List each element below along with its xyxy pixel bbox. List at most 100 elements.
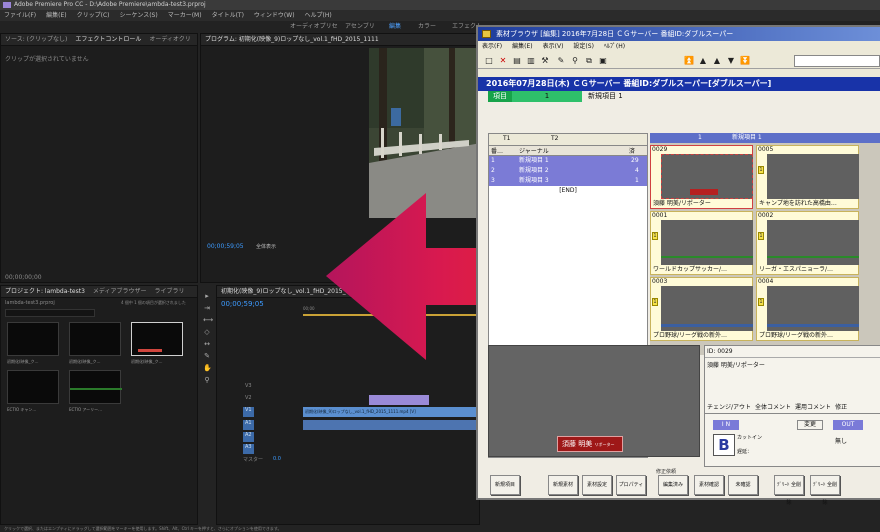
tb-search-icon[interactable]: ⚲ <box>570 56 580 66</box>
hand-tool-icon[interactable]: ✋ <box>203 364 212 372</box>
project-item-5-label: ECTIO アーリー… <box>69 407 103 412</box>
confirm-button[interactable]: 素材確認 <box>694 475 724 495</box>
tab-fix[interactable]: 修正 <box>835 402 847 413</box>
selection-tool-icon[interactable]: ▸ <box>203 292 211 300</box>
program-fit-select[interactable]: 全体表示 <box>256 243 276 250</box>
change-button[interactable]: 変更 <box>797 420 823 430</box>
tb-new-icon[interactable]: □ <box>484 56 494 66</box>
menu-marker[interactable]: マーカー(M) <box>168 10 202 21</box>
ws-audio-preset[interactable]: オーディオプリセ <box>290 21 338 33</box>
tb-down-icon[interactable]: ▼ <box>726 56 736 66</box>
list-row-3[interactable]: 3 新規項目 3 1 <box>489 176 647 186</box>
menu-clip[interactable]: クリップ(C) <box>77 10 110 21</box>
program-label[interactable]: プログラム: 初期化(映像_9)ロップなし_vol.1_fHD_2015_111… <box>205 34 379 45</box>
tb-tool-icon[interactable]: ⚒ <box>540 56 550 66</box>
menu-window[interactable]: ウィンドウ(W) <box>254 10 295 21</box>
app-menu-settings[interactable]: 設定(S) <box>573 41 594 53</box>
tab-all-comment[interactable]: 全体コメント <box>755 402 791 413</box>
app-search-input[interactable] <box>794 55 880 67</box>
project-item-2[interactable] <box>69 322 121 356</box>
project-search-input[interactable] <box>5 309 95 317</box>
project-item-4[interactable] <box>7 370 59 404</box>
cell-0001[interactable]: 0001 1 ワールドカップサッカー/… <box>650 211 753 275</box>
app-menu-file[interactable]: 表示(F) <box>482 41 502 53</box>
source-panel: ソース: (クリップなし) エフェクトコントロール オーディオクリ クリップが選… <box>0 33 198 283</box>
slip-tool-icon[interactable]: ↔ <box>203 340 211 348</box>
track-a2[interactable]: A2 <box>243 432 254 442</box>
cell-0003-thumb <box>661 286 753 331</box>
tb-copy-icon[interactable]: ⧉ <box>584 56 594 66</box>
list-row-2[interactable]: 2 新規項目 2 4 <box>489 166 647 176</box>
tab-t1[interactable]: T1 <box>503 135 510 142</box>
tab-audio-clip[interactable]: オーディオクリ <box>149 34 190 45</box>
cell-0029[interactable]: 0029 須藤 明美/リポーター <box>650 145 753 209</box>
menu-file[interactable]: ファイル(F) <box>4 10 36 21</box>
menu-edit[interactable]: 編集(E) <box>46 10 66 21</box>
delete-all-button-2[interactable]: ﾃﾞﾘｰﾄ 全削除 <box>810 475 840 506</box>
tb-up-icon[interactable]: ▲ <box>698 56 708 66</box>
edited-button[interactable]: 編集済み <box>658 475 688 495</box>
track-v2[interactable]: V2 <box>245 395 252 405</box>
tb-edit-icon[interactable]: ✎ <box>556 56 566 66</box>
master-value[interactable]: 0.0 <box>273 456 281 466</box>
menu-sequence[interactable]: シーケンス(S) <box>120 10 158 21</box>
track-a3[interactable]: A3 <box>243 444 254 454</box>
ws-assembly[interactable]: アセンブリ <box>345 21 375 33</box>
new-item-button[interactable]: 新規項目 <box>490 475 520 495</box>
tab-source[interactable]: ソース: (クリップなし) <box>5 34 67 45</box>
track-v1[interactable]: V1 <box>243 407 254 417</box>
tab-ops-comment[interactable]: 運用コメント <box>795 402 831 413</box>
tab-library[interactable]: ライブラリ <box>155 286 185 297</box>
cell-0003[interactable]: 0003 1 プロ野球/リーグ戦の新外… <box>650 277 753 341</box>
col-journal: ジャーナル <box>519 148 549 155</box>
clip-a1[interactable] <box>303 420 481 430</box>
project-item-5[interactable] <box>69 370 122 404</box>
material-settings-button[interactable]: 素材設定 <box>582 475 612 495</box>
track-master[interactable]: マスター <box>243 456 263 466</box>
track-v3[interactable]: V3 <box>245 383 252 393</box>
cell-0004[interactable]: 0004 1 プロ野球/リーグ戦の新外… <box>756 277 859 341</box>
clip-v2[interactable] <box>369 395 429 405</box>
clip-v1[interactable]: 初期化(映像_9)ロップなし_vol.1_fHD_2015_1111.mp4 [… <box>303 407 481 417</box>
menu-title[interactable]: タイトル(T) <box>212 10 244 21</box>
tab-change-out[interactable]: チェンジ/アウト <box>707 402 751 413</box>
list-row-1[interactable]: 1 新規項目 1 29 <box>489 156 647 166</box>
cell-0005[interactable]: 0005 1 キャンプ地を訪れた高橋由… <box>756 145 859 209</box>
razor-tool-icon[interactable]: ◇ <box>203 328 211 336</box>
new-material-button[interactable]: 新規素材 <box>548 475 578 495</box>
project-item-3[interactable] <box>131 322 183 356</box>
tab-t2[interactable]: T2 <box>551 135 558 142</box>
tb-last-icon[interactable]: ⏬ <box>740 56 750 66</box>
tab-media-browser[interactable]: メディアブラウザー <box>93 286 147 297</box>
cell-0003-cap: プロ野球/リーグ戦の新外… <box>653 332 728 339</box>
tab-effect-controls[interactable]: エフェクトコントロール <box>75 34 141 45</box>
tab-project[interactable]: プロジェクト: lambda-test3 <box>5 286 85 297</box>
tb-up2-icon[interactable]: ▲ <box>712 56 722 66</box>
track-select-tool-icon[interactable]: ⇥ <box>203 304 211 312</box>
ws-color[interactable]: カラー <box>418 21 436 33</box>
pen-tool-icon[interactable]: ✎ <box>203 352 211 360</box>
row3-name: 新規項目 3 <box>519 177 549 184</box>
b-indicator[interactable]: B <box>713 434 735 456</box>
zoom-tool-icon[interactable]: ⚲ <box>203 376 211 384</box>
app-menu-help[interactable]: ﾍﾙﾌﾟ(H) <box>604 41 625 53</box>
delete-all-button-1[interactable]: ﾃﾞﾘｰﾄ 全削除 <box>774 475 804 506</box>
project-panel: プロジェクト: lambda-test3 メディアブラウザー ライブラリ lam… <box>0 285 198 525</box>
app-menu-view[interactable]: 表示(V) <box>543 41 564 53</box>
menu-help[interactable]: ヘルプ(H) <box>305 10 332 21</box>
project-item-1[interactable] <box>7 322 59 356</box>
col-done: 済 <box>629 148 636 155</box>
track-a1[interactable]: A1 <box>243 420 254 430</box>
cell-0002[interactable]: 0002 1 リーガ・エスパニョーラ/… <box>756 211 859 275</box>
ripple-tool-icon[interactable]: ⟷ <box>203 316 213 324</box>
properties-button[interactable]: プロパティ <box>616 475 646 495</box>
cell-0005-cap: キャンプ地を訪れた高橋由… <box>759 200 837 207</box>
tb-open-icon[interactable]: ▤ <box>512 56 522 66</box>
update-button[interactable]: 未確認 <box>728 475 758 495</box>
tb-first-icon[interactable]: ⏫ <box>684 56 694 66</box>
app-menu-edit[interactable]: 編集(E) <box>512 41 532 53</box>
grid-header-title: 新規項目 1 <box>732 134 762 141</box>
tb-paste-icon[interactable]: ▣ <box>598 56 608 66</box>
tb-save-icon[interactable]: ▥ <box>526 56 536 66</box>
tb-delete-icon[interactable]: ✕ <box>498 56 508 66</box>
